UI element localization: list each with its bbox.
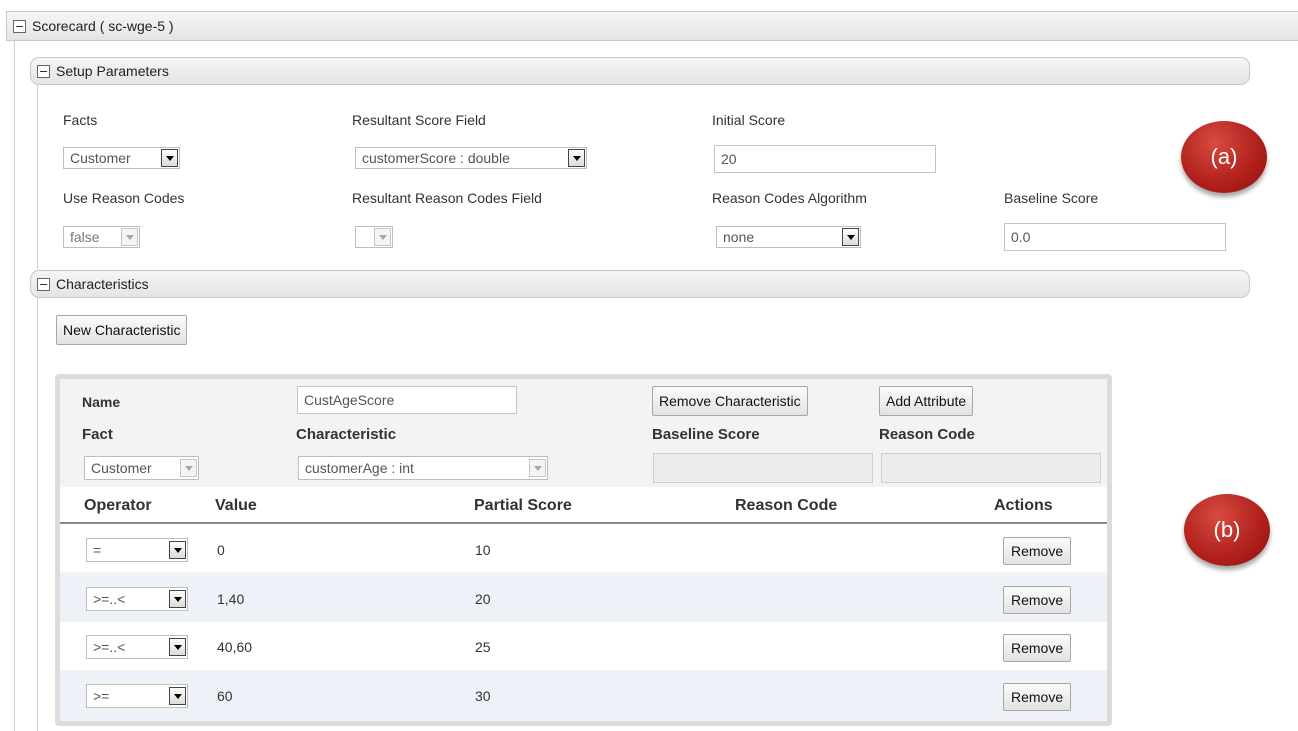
initial-score-input[interactable]: 20 — [714, 145, 936, 173]
use-reason-codes-value: false — [70, 229, 100, 245]
fact-label: Fact — [82, 426, 113, 443]
remove-row-button[interactable]: Remove — [1003, 634, 1072, 662]
facts-select[interactable]: Customer — [63, 147, 180, 169]
card-reason-code-input[interactable] — [881, 453, 1101, 483]
remove-row-button[interactable]: Remove — [1003, 683, 1072, 711]
operator-value: = — [93, 542, 102, 558]
name-label: Name — [82, 394, 121, 410]
facts-select-value: Customer — [70, 150, 131, 166]
new-characteristic-button[interactable]: New Characteristic — [56, 315, 188, 345]
partial-score-cell: 20 — [475, 591, 491, 607]
value-cell: 60 — [217, 688, 233, 704]
scorecard-header: Scorecard ( sc-wge-5 ) — [6, 11, 1298, 41]
reason-codes-algorithm-value: none — [723, 229, 755, 245]
operator-select[interactable]: >=..< — [86, 587, 188, 611]
partial-score-column-header: Partial Score — [474, 497, 572, 514]
remove-row-button[interactable]: Remove — [1003, 537, 1072, 565]
chevron-down-icon[interactable] — [161, 149, 178, 167]
partial-score-cell: 25 — [475, 639, 491, 655]
card-baseline-score-input[interactable] — [653, 453, 873, 483]
resultant-reason-codes-field-label: Resultant Reason Codes Field — [352, 190, 542, 206]
value-cell: 40,60 — [217, 639, 253, 655]
chevron-down-icon[interactable] — [374, 228, 391, 246]
resultant-score-field-value: customerScore : double — [362, 150, 510, 166]
add-attribute-button[interactable]: Add Attribute — [879, 386, 974, 416]
resultant-score-field-select[interactable]: customerScore : double — [355, 147, 587, 169]
resultant-reason-codes-field-select[interactable] — [355, 226, 393, 248]
chevron-down-icon[interactable] — [842, 228, 859, 246]
remove-characteristic-button[interactable]: Remove Characteristic — [652, 386, 808, 416]
reason-codes-algorithm-label: Reason Codes Algorithm — [712, 190, 867, 206]
partial-score-cell: 30 — [475, 688, 491, 704]
collapse-scorecard-icon[interactable] — [13, 19, 26, 33]
value-cell: 0 — [217, 542, 225, 558]
chevron-down-icon[interactable] — [180, 459, 197, 477]
annotation-badge-a: (a) — [1181, 121, 1267, 193]
scorecard-tree-line — [14, 41, 15, 731]
operator-select[interactable]: = — [86, 538, 188, 562]
use-reason-codes-label: Use Reason Codes — [63, 190, 185, 206]
chevron-down-icon[interactable] — [169, 687, 186, 705]
partial-score-cell: 10 — [475, 542, 491, 558]
reason-codes-algorithm-select[interactable]: none — [716, 226, 861, 248]
scorecard-title: Scorecard ( sc-wge-5 ) — [32, 18, 174, 34]
operator-select[interactable]: >=..< — [86, 635, 188, 659]
operator-value: >= — [93, 688, 110, 704]
annotation-badge-b: (b) — [1184, 494, 1270, 566]
collapse-characteristics-icon[interactable] — [37, 277, 50, 291]
characteristic-label: Characteristic — [296, 426, 397, 443]
resultant-score-field-label: Resultant Score Field — [352, 112, 486, 128]
facts-label: Facts — [63, 112, 98, 128]
value-column-header: Value — [215, 497, 257, 514]
operator-column-header: Operator — [84, 497, 152, 514]
baseline-score-label: Baseline Score — [1004, 190, 1099, 206]
chevron-down-icon[interactable] — [169, 541, 186, 559]
reason-code-column-header: Reason Code — [735, 497, 838, 514]
remove-row-button[interactable]: Remove — [1003, 586, 1072, 614]
card-fact-select[interactable]: Customer — [84, 456, 199, 480]
card-baseline-score-label: Baseline Score — [652, 426, 760, 443]
characteristic-name-input[interactable]: CustAgeScore — [297, 386, 517, 414]
baseline-score-input[interactable]: 0.0 — [1004, 223, 1226, 251]
setup-parameters-header: Setup Parameters — [30, 57, 1250, 85]
characteristics-title: Characteristics — [56, 276, 149, 292]
chevron-down-icon[interactable] — [529, 459, 546, 477]
card-characteristic-value: customerAge : int — [305, 460, 414, 476]
characteristics-tree-line — [37, 298, 38, 731]
use-reason-codes-select[interactable]: false — [63, 226, 140, 248]
actions-column-header: Actions — [994, 497, 1053, 514]
initial-score-label: Initial Score — [712, 112, 786, 128]
operator-value: >=..< — [93, 639, 126, 655]
setup-tree-line — [37, 85, 38, 269]
card-characteristic-select[interactable]: customerAge : int — [298, 456, 548, 480]
card-fact-value: Customer — [91, 460, 152, 476]
characteristics-header: Characteristics — [30, 270, 1250, 298]
chevron-down-icon[interactable] — [169, 638, 186, 656]
chevron-down-icon[interactable] — [568, 149, 585, 167]
operator-value: >=..< — [93, 591, 126, 607]
chevron-down-icon[interactable] — [169, 590, 186, 608]
value-cell: 1,40 — [217, 591, 245, 607]
card-reason-code-label: Reason Code — [879, 426, 975, 443]
operator-select[interactable]: >= — [86, 684, 188, 708]
setup-parameters-title: Setup Parameters — [56, 63, 169, 79]
collapse-setup-icon[interactable] — [37, 64, 50, 78]
chevron-down-icon[interactable] — [121, 228, 138, 246]
